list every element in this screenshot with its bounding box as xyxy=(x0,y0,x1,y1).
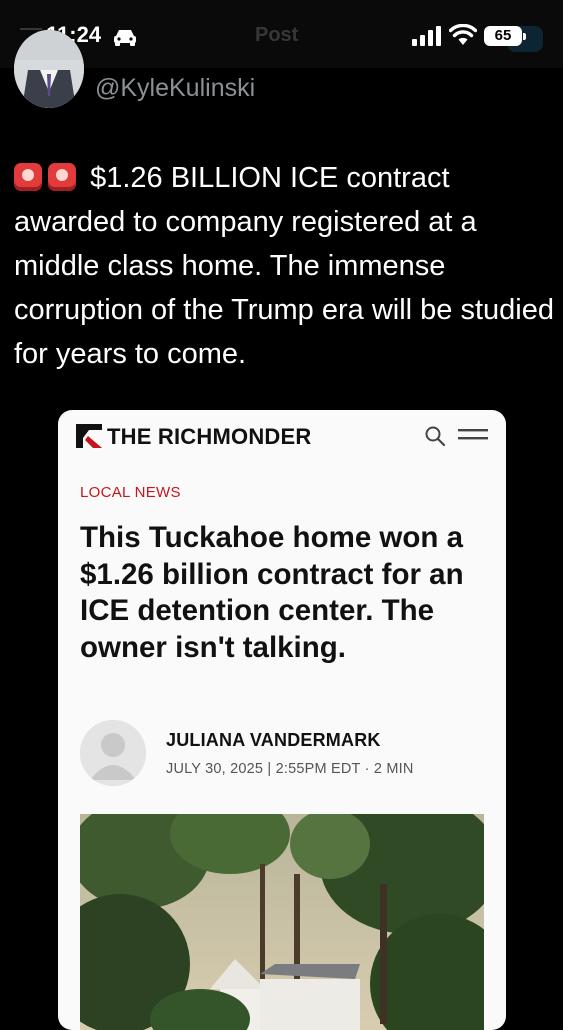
signal-icon xyxy=(412,26,441,46)
avatar-photo xyxy=(14,30,84,108)
tweet-body: $1.26 BILLION ICE contract awarded to co… xyxy=(14,162,554,370)
battery-tip xyxy=(523,33,526,40)
author-avatar-icon xyxy=(80,720,146,786)
avatar[interactable] xyxy=(14,30,84,108)
search-icon[interactable] xyxy=(424,425,446,447)
menu-icon[interactable] xyxy=(458,427,488,443)
article-meta: JULY 30, 2025 | 2:55PM EDT · 2 MIN xyxy=(166,761,414,777)
car-icon xyxy=(114,30,136,46)
article-preview-card[interactable]: THE RICHMONDER LOCAL NEWS This Tuckahoe … xyxy=(58,410,506,1030)
status-bar: Post 11:24 65 xyxy=(0,0,563,68)
tweet-author-handle[interactable]: @KyleKulinski xyxy=(95,74,255,103)
publication-name: THE RICHMONDER xyxy=(107,424,312,449)
section-label[interactable]: LOCAL NEWS xyxy=(80,484,181,501)
battery-icon: 65 xyxy=(484,26,522,46)
nav-title: Post xyxy=(255,24,299,46)
wifi-icon xyxy=(449,24,477,45)
siren-icon xyxy=(48,163,76,191)
back-arrow-icon[interactable] xyxy=(20,28,42,30)
richmonder-logo-icon xyxy=(76,424,102,448)
siren-icon xyxy=(14,163,42,191)
article-headline[interactable]: This Tuckahoe home won a $1.26 billion c… xyxy=(80,520,480,666)
article-photo xyxy=(80,814,484,1030)
author-name[interactable]: JULIANA VANDERMARK xyxy=(166,730,381,751)
tweet-text: $1.26 BILLION ICE contract awarded to co… xyxy=(14,156,554,376)
